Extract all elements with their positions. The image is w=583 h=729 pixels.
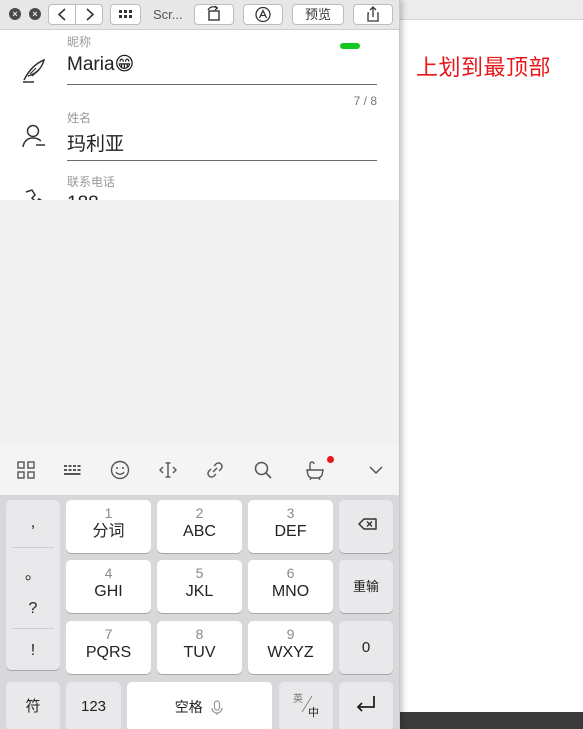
space-key[interactable]: 空格 — [127, 682, 272, 729]
stop-icon[interactable]: × — [29, 8, 41, 20]
background-window — [400, 0, 583, 729]
zero-label: 0 — [361, 639, 371, 656]
retype-label: 重输 — [352, 579, 379, 594]
app-label: Scr... — [153, 7, 183, 22]
nickname-counter: 7 / 8 — [353, 94, 377, 108]
key-number: 1 — [104, 505, 113, 521]
return-key[interactable] — [339, 682, 393, 729]
simulator-toolbar: × × Scr... 预览 — [0, 0, 399, 30]
name-label: 姓名 — [67, 111, 92, 125]
font-icon[interactable] — [243, 4, 283, 25]
feather-icon — [23, 58, 46, 83]
share-icon[interactable] — [353, 4, 393, 25]
nickname-input[interactable]: Maria😁 — [67, 53, 134, 76]
key-4[interactable]: 4 GHI — [66, 560, 151, 613]
numeric-label: 123 — [80, 698, 107, 715]
annotation-text: 上划到最顶部 — [416, 56, 552, 81]
key-8[interactable]: 8 TUV — [157, 621, 242, 674]
return-icon — [356, 696, 375, 712]
nickname-label: 昵称 — [67, 35, 92, 49]
grid-icon[interactable] — [110, 4, 141, 25]
punct-divider — [12, 628, 54, 629]
key-letters: 分词 — [92, 523, 125, 540]
profile-form: 昵称 Maria😁 7 / 8 姓名 玛利亚 联系电话 188 — [0, 30, 399, 200]
space-label: 空格 — [174, 699, 203, 715]
key-letters: ABC — [183, 523, 216, 540]
symbol-key[interactable]: 符 — [6, 682, 60, 729]
key-9[interactable]: 9 WXYZ — [248, 621, 333, 674]
lang-divider — [301, 695, 313, 713]
chevron-left-icon[interactable] — [49, 5, 76, 24]
backspace-key[interactable] — [339, 500, 393, 553]
apps-icon[interactable] — [15, 459, 37, 481]
key-5[interactable]: 5 JKL — [157, 560, 242, 613]
key-letters: DEF — [274, 523, 307, 540]
background-window-topbar — [400, 0, 583, 20]
key-letters: JKL — [185, 583, 214, 600]
key-number: 9 — [286, 626, 295, 642]
chevron-right-icon[interactable] — [76, 5, 103, 24]
symbol-label: 符 — [25, 698, 41, 715]
key-6[interactable]: 6 MNO — [248, 560, 333, 613]
mic-icon — [211, 700, 223, 715]
key-1[interactable]: 1 分词 — [66, 500, 151, 553]
blank-area — [0, 200, 399, 445]
language-switch-key[interactable]: 英 中 — [279, 682, 333, 729]
search-icon[interactable] — [252, 459, 274, 481]
punct-comma[interactable]: , — [6, 514, 60, 532]
numeric-key[interactable]: 123 — [66, 682, 121, 729]
notification-dot — [327, 456, 334, 463]
backspace-icon — [358, 518, 377, 530]
punct-exclaim[interactable]: ! — [6, 642, 60, 660]
key-7[interactable]: 7 PQRS — [66, 621, 151, 674]
retype-key[interactable]: 重输 — [339, 560, 393, 613]
key-letters: PQRS — [85, 644, 132, 661]
bath-icon[interactable] — [304, 459, 326, 481]
punctuation-list[interactable]: , 。 ? ! — [6, 500, 60, 670]
key-letters: TUV — [183, 644, 216, 661]
cursor-icon[interactable] — [157, 459, 179, 481]
emoji-icon[interactable] — [109, 459, 131, 481]
key-letters: MNO — [271, 583, 310, 600]
key-number: 5 — [195, 565, 204, 581]
link-icon[interactable] — [204, 459, 226, 481]
chevron-down-icon[interactable] — [365, 459, 387, 481]
rotate-icon[interactable] — [194, 4, 234, 25]
phone-label: 联系电话 — [67, 175, 116, 189]
key-letters: WXYZ — [267, 644, 314, 661]
key-number: 8 — [195, 626, 204, 642]
close-icon[interactable]: × — [9, 8, 21, 20]
phone-icon — [25, 189, 43, 200]
key-number: 4 — [104, 565, 113, 581]
status-indicator — [340, 43, 360, 49]
key-number: 7 — [104, 626, 113, 642]
punct-divider — [12, 547, 54, 548]
key-letters: GHI — [94, 583, 123, 600]
lang-bottom-label: 中 — [308, 707, 319, 719]
background-window-taskbar — [400, 712, 583, 729]
keyboard-toolbar — [0, 445, 399, 495]
nav-buttons — [48, 4, 103, 25]
simulator-window: × × Scr... 预览 昵称 Maria😁 7 / 8 姓名 玛利亚 联系电… — [0, 0, 400, 729]
phone-input[interactable]: 188 — [67, 193, 99, 200]
key-number: 3 — [286, 505, 295, 521]
keyboard: , 。 ? ! 1 分词 2 ABC 3 DEF 4 GHI 5 JKL 6 M… — [0, 495, 399, 729]
name-underline — [67, 160, 377, 161]
key-3[interactable]: 3 DEF — [248, 500, 333, 553]
nickname-underline — [67, 84, 377, 85]
preview-button[interactable]: 预览 — [292, 4, 344, 25]
zero-key[interactable]: 0 — [339, 621, 393, 674]
name-input[interactable]: 玛利亚 — [67, 129, 124, 156]
user-icon — [22, 124, 45, 148]
key-2[interactable]: 2 ABC — [157, 500, 242, 553]
key-number: 6 — [286, 565, 295, 581]
punct-question[interactable]: ? — [6, 600, 60, 618]
punct-period[interactable]: 。 — [6, 560, 60, 584]
keyboard-icon[interactable] — [61, 459, 83, 481]
key-number: 2 — [195, 505, 204, 521]
